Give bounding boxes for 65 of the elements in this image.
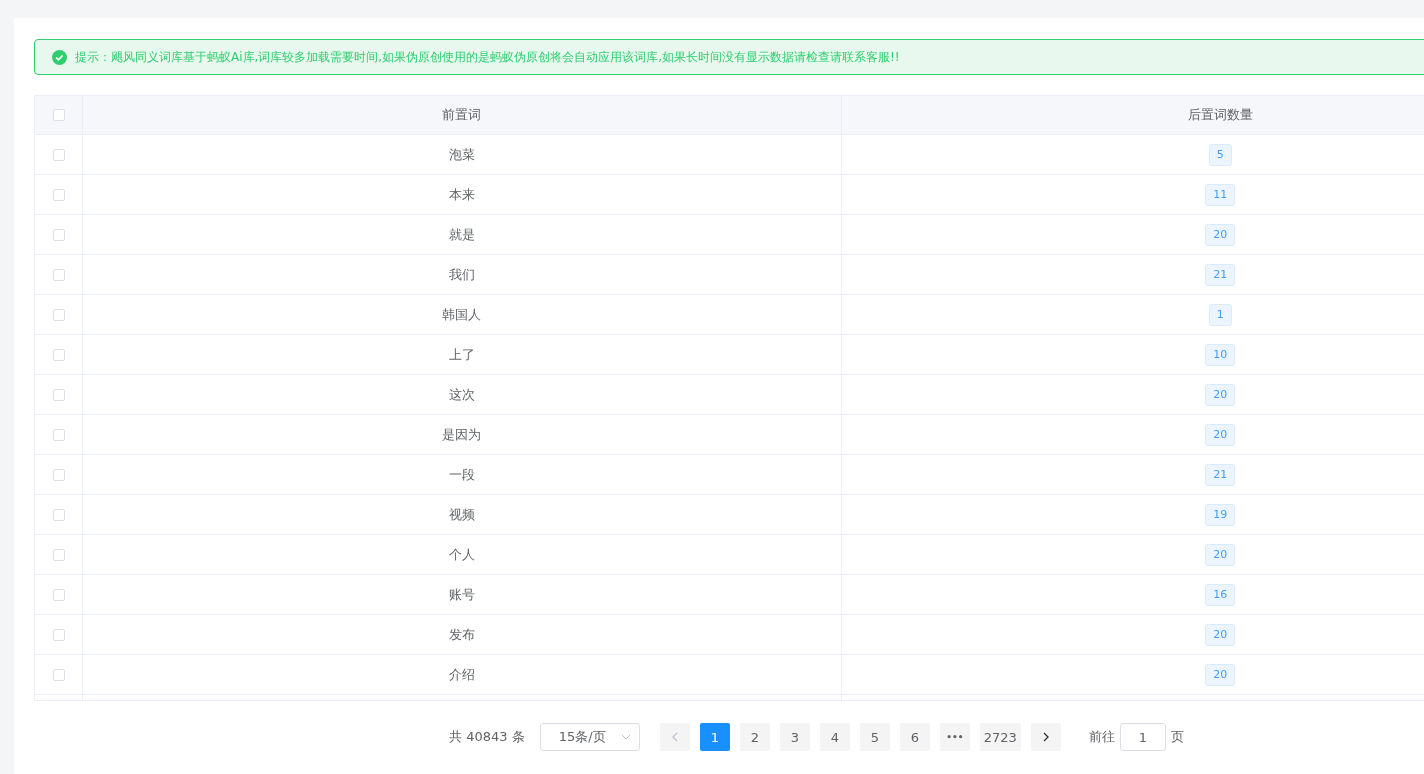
count-tag: 20 — [1205, 663, 1236, 686]
table-cell: 视频 — [448, 505, 475, 524]
row-checkbox[interactable] — [52, 148, 65, 161]
row-checkbox[interactable] — [52, 268, 65, 281]
row-checkbox[interactable] — [52, 388, 65, 401]
count-tag: 20 — [1205, 383, 1236, 406]
row-checkbox[interactable] — [52, 428, 65, 441]
table-cell: 泡菜 — [448, 145, 475, 164]
chevron-down-icon — [620, 734, 631, 740]
row-checkbox[interactable] — [52, 668, 65, 681]
count-tag: 10 — [1205, 343, 1236, 366]
table-cell: 账号 — [448, 585, 475, 604]
table-cell: 一段 — [448, 465, 475, 484]
row-checkbox[interactable] — [52, 348, 65, 361]
check-circle-icon — [52, 49, 67, 65]
page-button[interactable]: 5 — [859, 723, 890, 751]
chevron-left-icon — [671, 732, 678, 742]
table-cell: 是因为 — [442, 425, 482, 444]
table-cell: 发布 — [448, 625, 475, 644]
count-tag: 16 — [1205, 583, 1236, 606]
row-checkbox[interactable] — [52, 308, 65, 321]
count-tag: 20 — [1205, 543, 1236, 566]
count-tag: 20 — [1205, 223, 1236, 246]
row-checkbox[interactable] — [52, 508, 65, 521]
previous-page-button[interactable] — [659, 723, 690, 751]
count-tag: 1 — [1208, 303, 1232, 326]
row-checkbox[interactable] — [52, 588, 65, 601]
page-suffix: 页 — [1170, 728, 1184, 746]
table-cell: 本来 — [448, 185, 475, 204]
column-header: 前置词 — [442, 106, 482, 124]
table-cell: 这次 — [448, 385, 475, 404]
alert-message: 提示：飓风同义词库基于蚂蚁Ai库,词库较多加载需要时间,如果伪原创使用的是蚂蚁伪原创将会自动应用该词库,如果长时间没有显示数据请检查请联系客服!! — [75, 48, 900, 66]
count-tag: 5 — [1208, 143, 1232, 166]
jump-label: 前往 — [1088, 728, 1115, 746]
count-tag: 11 — [1205, 183, 1236, 206]
page-button[interactable]: 6 — [899, 723, 930, 751]
count-tag: 21 — [1205, 263, 1236, 286]
count-tag: 21 — [1205, 463, 1236, 486]
row-checkbox[interactable] — [52, 628, 65, 641]
table-cell: 个人 — [448, 545, 475, 564]
page-button[interactable]: 1 — [699, 723, 730, 751]
page-button[interactable]: 2723 — [979, 723, 1021, 751]
table-cell: 就是 — [448, 225, 475, 244]
next-page-button[interactable] — [1030, 723, 1061, 751]
table-cell: 我们 — [448, 265, 475, 284]
row-checkbox[interactable] — [52, 188, 65, 201]
table-cell: 韩国人 — [442, 305, 482, 324]
table-cell: 上了 — [448, 345, 475, 364]
page-jump-field[interactable]: 1 — [1119, 723, 1166, 751]
more-pages-button[interactable]: ••• — [939, 723, 970, 751]
total-count: 共 40843 条 — [449, 728, 525, 746]
count-tag: 19 — [1205, 503, 1236, 526]
column-header: 后置词数量 — [1187, 106, 1253, 124]
select-all-checkbox[interactable] — [52, 109, 65, 121]
row-checkbox[interactable] — [52, 228, 65, 241]
count-tag: 20 — [1205, 623, 1236, 646]
count-tag: 20 — [1205, 423, 1236, 446]
page-button[interactable]: 4 — [819, 723, 850, 751]
table-cell: 介绍 — [448, 665, 475, 684]
page-size-select[interactable]: 15条/页 — [539, 723, 640, 751]
chevron-right-icon — [1042, 732, 1049, 742]
page-button[interactable]: 3 — [779, 723, 810, 751]
row-checkbox[interactable] — [52, 548, 65, 561]
page-button[interactable]: 2 — [739, 723, 770, 751]
row-checkbox[interactable] — [52, 468, 65, 481]
